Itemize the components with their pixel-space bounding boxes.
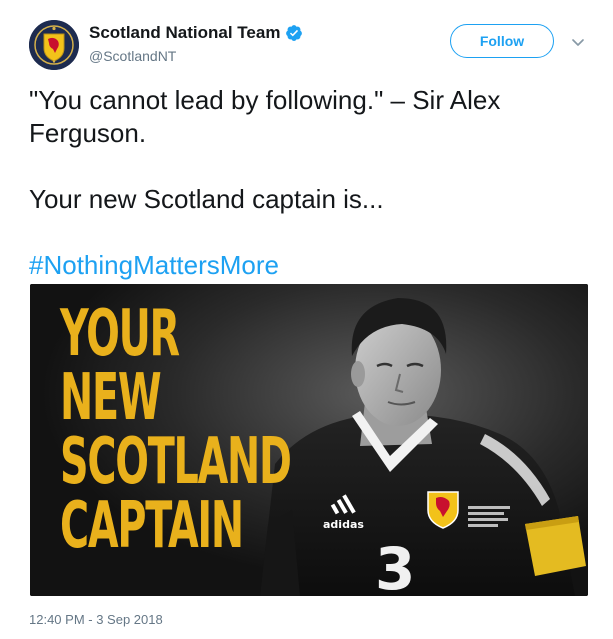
user-handle[interactable]: @ScotlandNT <box>89 48 176 64</box>
tweet-timestamp[interactable]: 12:40 PM - 3 Sep 2018 <box>29 612 163 627</box>
more-options-button[interactable] <box>569 33 587 51</box>
shirt-brand-text: adidas <box>323 518 364 531</box>
scotland-crest-icon <box>29 20 79 70</box>
avatar[interactable] <box>29 20 79 70</box>
display-name[interactable]: Scotland National Team <box>89 23 303 43</box>
tweet-media-image[interactable]: adidas 3 YOUR NEW SCOTLAND CAPTAIN <box>30 284 588 596</box>
chevron-down-icon <box>572 39 584 46</box>
follow-button[interactable]: Follow <box>450 24 554 58</box>
tweet-card: Scotland National Team @ScotlandNT Follo… <box>0 0 613 639</box>
display-name-text[interactable]: Scotland National Team <box>89 23 280 43</box>
headline-line: YOUR <box>60 297 180 371</box>
headline-line: NEW <box>60 361 162 435</box>
shirt-number: 3 <box>375 535 415 596</box>
verified-badge-icon <box>285 24 303 42</box>
tweet-text: "You cannot lead by following." – Sir Al… <box>29 84 589 282</box>
tweet-quote: "You cannot lead by following." – Sir Al… <box>29 85 501 148</box>
media-headline: YOUR NEW SCOTLAND CAPTAIN <box>60 297 292 563</box>
headline-line: CAPTAIN <box>60 489 244 563</box>
hashtag-link[interactable]: #NothingMattersMore <box>29 250 279 280</box>
headline-line: SCOTLAND <box>60 425 292 499</box>
tweet-sentence: Your new Scotland captain is... <box>29 184 384 214</box>
